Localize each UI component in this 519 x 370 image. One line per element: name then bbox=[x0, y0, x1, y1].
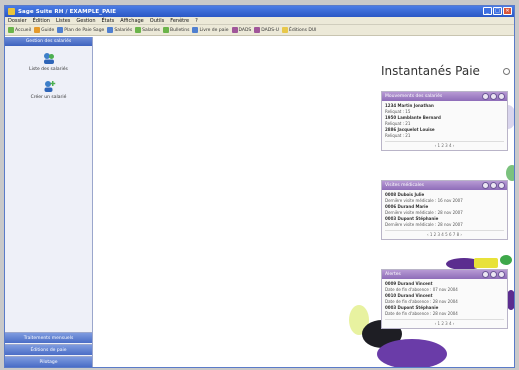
toolbar-dadsu-button[interactable]: DADS-U bbox=[254, 27, 279, 33]
employee-icon bbox=[135, 27, 142, 33]
menu-edition[interactable]: Édition bbox=[33, 18, 50, 24]
toolbar: Accueil Guide Plan de Paie Sage Salariés… bbox=[5, 25, 514, 36]
toolbar-home-button[interactable]: Accueil bbox=[8, 27, 31, 33]
toolbar-plan-label: Plan de Paie Sage bbox=[64, 27, 105, 33]
sidebar-button-monthly-processing[interactable]: Traitements mensuels bbox=[5, 332, 92, 343]
card-body: 1234 Martin Jonathan Reliquat : 15 1950 … bbox=[382, 101, 507, 150]
card-pager[interactable]: ‹ 1 2 3 4 › bbox=[385, 141, 504, 148]
card-options-icon[interactable] bbox=[490, 271, 497, 278]
toolbar-guide-button[interactable]: Guide bbox=[34, 27, 54, 33]
menu-gestion[interactable]: Gestion bbox=[76, 18, 95, 24]
plan-icon bbox=[57, 27, 64, 33]
decoration-blob bbox=[474, 258, 498, 268]
card-close-icon[interactable] bbox=[498, 93, 505, 100]
settings-icon[interactable] bbox=[503, 68, 510, 75]
card-header: Mouvements des salariés bbox=[382, 92, 507, 101]
toolbar-ledger-label: Livre de paie bbox=[199, 27, 229, 33]
menu-affichage[interactable]: Affichage bbox=[120, 18, 144, 24]
menu-outils[interactable]: Outils bbox=[150, 18, 164, 24]
page-title: Instantanés Paie bbox=[381, 64, 480, 78]
guide-icon bbox=[34, 27, 41, 33]
toolbar-guide-label: Guide bbox=[41, 27, 55, 33]
toolbar-employee-label: Salaries bbox=[142, 27, 161, 33]
card-title: Alertes bbox=[385, 272, 401, 277]
toolbar-dads-label: DADS bbox=[238, 27, 252, 33]
report-icon bbox=[282, 27, 289, 33]
toolbar-report-label: Éditions DUI bbox=[289, 27, 317, 33]
menu-etats[interactable]: États bbox=[102, 18, 115, 24]
card-refresh-icon[interactable] bbox=[482, 182, 489, 189]
toolbar-plan-button[interactable]: Plan de Paie Sage bbox=[57, 27, 104, 33]
card-body: 0008 Dubois Julie Dernière visite médica… bbox=[382, 190, 507, 239]
app-icon bbox=[8, 8, 15, 15]
snapshot-card: Visites médicales 0008 Dubois Julie Dern… bbox=[381, 180, 508, 240]
people-list-icon bbox=[43, 53, 54, 64]
close-button[interactable]: ✕ bbox=[503, 7, 512, 15]
card-header: Visites médicales bbox=[382, 181, 507, 190]
menu-bar: Dossier Édition Listes Gestion États Aff… bbox=[5, 17, 514, 25]
card-body: 0009 Durand Vincent Date de fin d'absenc… bbox=[382, 279, 507, 328]
ledger-icon bbox=[192, 27, 199, 33]
window-title: Sage Suite RH / EXAMPLE_PAIE bbox=[18, 8, 117, 15]
snapshot-card: Alertes 0009 Durand Vincent Date de fin … bbox=[381, 269, 508, 329]
add-person-icon bbox=[44, 81, 55, 92]
card-header: Alertes bbox=[382, 270, 507, 279]
menu-listes[interactable]: Listes bbox=[56, 18, 70, 24]
minimize-button[interactable]: _ bbox=[483, 7, 492, 15]
card-title: Visites médicales bbox=[385, 183, 424, 188]
toolbar-employees-button[interactable]: Salariés bbox=[107, 27, 132, 33]
card-row-detail: Date de fin d'absence : 28 nov 2004 bbox=[385, 311, 458, 316]
card-refresh-icon[interactable] bbox=[482, 271, 489, 278]
main-content: Instantanés Paie Mouvements des salariés… bbox=[94, 37, 514, 367]
sidebar-action-employee-list[interactable]: Liste des salariés bbox=[5, 51, 92, 72]
card-options-icon[interactable] bbox=[490, 93, 497, 100]
toolbar-dads-button[interactable]: DADS bbox=[231, 27, 252, 33]
sidebar-button-pilotage[interactable]: Pilotage bbox=[5, 356, 92, 367]
sidebar: Gestion des salariés Liste des salariés … bbox=[5, 37, 93, 367]
card-controls bbox=[482, 182, 505, 189]
sidebar-action-create-employee-label: Créer un salarié bbox=[30, 95, 67, 100]
card-close-icon[interactable] bbox=[498, 271, 505, 278]
dadsu-icon bbox=[254, 27, 261, 33]
sidebar-action-create-employee[interactable]: Créer un salarié bbox=[5, 79, 92, 100]
toolbar-ledger-button[interactable]: Livre de paie bbox=[192, 27, 229, 33]
toolbar-employees-label: Salariés bbox=[114, 27, 133, 33]
card-refresh-icon[interactable] bbox=[482, 93, 489, 100]
employees-icon bbox=[107, 27, 114, 33]
toolbar-payslip-label: Bulletins bbox=[170, 27, 190, 33]
snapshot-card: Mouvements des salariés 1234 Martin Jona… bbox=[381, 91, 508, 151]
toolbar-dadsu-label: DADS-U bbox=[261, 27, 280, 33]
dads-icon bbox=[231, 27, 238, 33]
menu-help[interactable]: ? bbox=[195, 18, 198, 24]
title-bar[interactable]: Sage Suite RH / EXAMPLE_PAIE _ □ ✕ bbox=[5, 6, 514, 17]
decoration-blob bbox=[377, 339, 447, 367]
menu-dossier[interactable]: Dossier bbox=[8, 18, 27, 24]
toolbar-employee-button[interactable]: Salaries bbox=[135, 27, 160, 33]
decoration-blob bbox=[500, 255, 512, 265]
toolbar-home-label: Accueil bbox=[15, 27, 32, 33]
maximize-button[interactable]: □ bbox=[493, 7, 502, 15]
sidebar-header[interactable]: Gestion des salariés bbox=[5, 37, 92, 46]
card-row-detail: Reliquat : 21 bbox=[385, 133, 411, 138]
card-close-icon[interactable] bbox=[498, 182, 505, 189]
menu-fenetre[interactable]: Fenêtre bbox=[170, 18, 189, 24]
home-icon bbox=[8, 27, 14, 33]
card-pager[interactable]: ‹ 1 2 3 4 › bbox=[385, 319, 504, 326]
toolbar-payslip-button[interactable]: Bulletins bbox=[163, 27, 189, 33]
sidebar-button-payroll-reports[interactable]: Éditions de paie bbox=[5, 344, 92, 355]
card-title: Mouvements des salariés bbox=[385, 94, 443, 99]
sidebar-action-employee-list-label: Liste des salariés bbox=[29, 67, 68, 72]
card-controls bbox=[482, 271, 505, 278]
card-options-icon[interactable] bbox=[490, 182, 497, 189]
decoration-blob bbox=[506, 165, 514, 181]
card-pager[interactable]: ‹ 1 2 3 4 5 6 7 8 › bbox=[385, 230, 504, 237]
window-controls: _ □ ✕ bbox=[483, 7, 512, 15]
toolbar-report-button[interactable]: Éditions DUI bbox=[282, 27, 316, 33]
card-row-detail: Dernière visite médicale : 28 nov 2007 bbox=[385, 222, 463, 227]
payslip-icon bbox=[163, 27, 170, 33]
card-controls bbox=[482, 93, 505, 100]
app-window: Sage Suite RH / EXAMPLE_PAIE _ □ ✕ Dossi… bbox=[4, 5, 515, 368]
